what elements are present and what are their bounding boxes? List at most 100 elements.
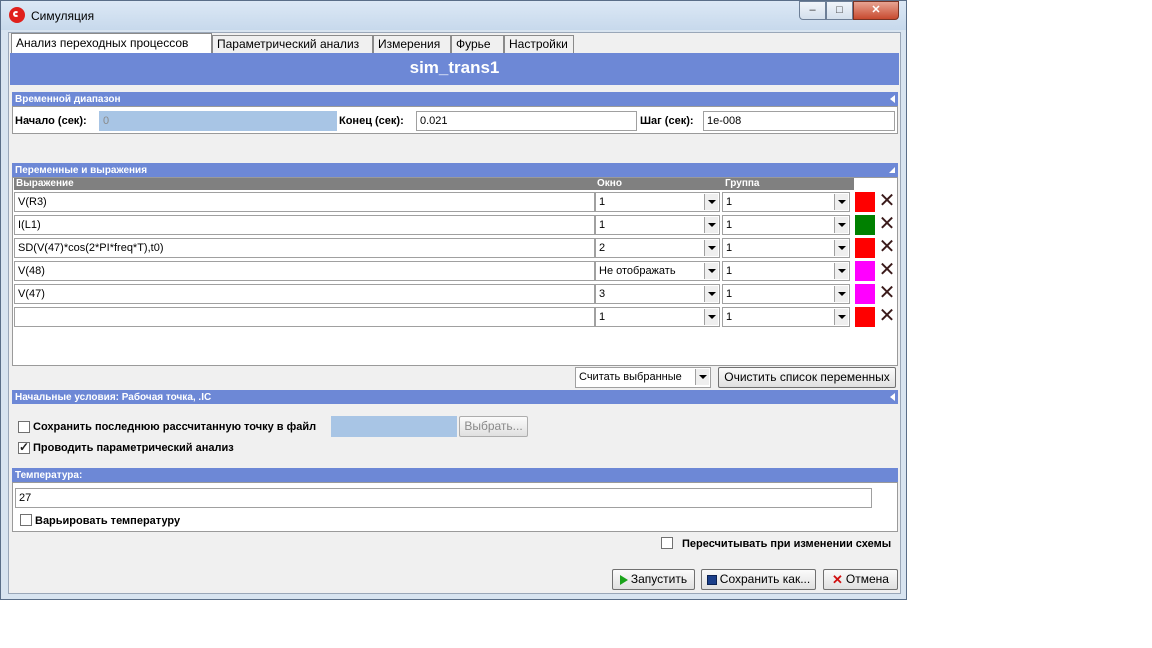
step-label: Шаг (сек): xyxy=(640,115,694,127)
table-header: Выражение Окно Группа xyxy=(14,178,854,190)
recalc-on-change-checkbox[interactable] xyxy=(661,537,673,549)
delete-row-icon[interactable]: ✕ xyxy=(877,191,897,212)
save-file-path-field[interactable] xyxy=(331,416,457,437)
expression-field[interactable]: V(48) xyxy=(14,261,595,281)
tab-fourier[interactable]: Фурье xyxy=(451,35,504,53)
delete-row-icon[interactable]: ✕ xyxy=(877,260,897,281)
parametric-analysis-checkbox[interactable] xyxy=(18,440,30,454)
choose-file-button[interactable]: Выбрать... xyxy=(459,416,528,437)
parametric-analysis-label: Проводить параметрический анализ xyxy=(33,442,234,454)
cancel-button[interactable]: ✕ Отмена xyxy=(823,569,898,590)
group-select[interactable]: 1 xyxy=(722,192,850,212)
recalc-on-change-label: Пересчитывать при изменении схемы xyxy=(682,538,892,550)
window-select[interactable]: 1 xyxy=(595,307,720,327)
temperature-section-header[interactable]: Температура: xyxy=(12,468,898,482)
step-field[interactable]: 1e-008 xyxy=(703,111,895,131)
simulation-window: Симуляция – □ ✕ Анализ переходных процес… xyxy=(0,0,907,600)
expression-field[interactable]: V(R3) xyxy=(14,192,595,212)
time-range-section-title: Временной диапазон xyxy=(15,94,121,105)
window-select-value: 2 xyxy=(599,242,606,254)
tab-measurements[interactable]: Измерения xyxy=(373,35,451,53)
chevron-down-icon[interactable] xyxy=(704,286,718,302)
save-last-point-checkbox[interactable] xyxy=(18,421,30,433)
chevron-down-icon[interactable] xyxy=(695,369,709,385)
chevron-down-icon[interactable] xyxy=(834,194,848,210)
window-select[interactable]: 3 xyxy=(595,284,720,304)
window-select-value: 1 xyxy=(599,311,606,323)
color-swatch[interactable] xyxy=(855,261,875,281)
window-select-value: 3 xyxy=(599,288,606,300)
save-last-point-label: Сохранить последнюю рассчитанную точку в… xyxy=(33,421,317,433)
chevron-down-icon[interactable] xyxy=(834,217,848,233)
tab-settings[interactable]: Настройки xyxy=(504,35,574,53)
group-select-value: 1 xyxy=(726,219,733,231)
maximize-button[interactable]: □ xyxy=(826,1,853,20)
color-swatch[interactable] xyxy=(855,192,875,212)
start-time-field[interactable]: 0 xyxy=(99,111,337,131)
group-select[interactable]: 1 xyxy=(722,261,850,281)
vary-temperature-checkbox[interactable] xyxy=(20,514,32,526)
tab-transient-analysis[interactable]: Анализ переходных процессов xyxy=(11,33,212,53)
window-select[interactable]: 1 xyxy=(595,192,720,212)
expression-field[interactable]: I(L1) xyxy=(14,215,595,235)
time-range-section-header[interactable]: Временной диапазон xyxy=(12,92,898,106)
save-as-button[interactable]: Сохранить как... xyxy=(701,569,816,590)
chevron-down-icon[interactable] xyxy=(704,240,718,256)
chevron-down-icon[interactable] xyxy=(704,194,718,210)
group-select[interactable]: 1 xyxy=(722,215,850,235)
expand-arrow-icon[interactable] xyxy=(889,167,895,173)
window-select-value: Не отображать xyxy=(599,265,676,277)
expression-field[interactable]: SD(V(47)*cos(2*PI*freq*T),t0) xyxy=(14,238,595,258)
variables-section-title: Переменные и выражения xyxy=(15,165,148,176)
group-select[interactable]: 1 xyxy=(722,238,850,258)
group-select[interactable]: 1 xyxy=(722,284,850,304)
color-swatch[interactable] xyxy=(855,215,875,235)
chevron-down-icon[interactable] xyxy=(704,309,718,325)
color-swatch[interactable] xyxy=(855,238,875,258)
color-swatch[interactable] xyxy=(855,284,875,304)
end-time-field[interactable]: 0.021 xyxy=(416,111,637,131)
simulation-name-header: sim_trans1 xyxy=(10,53,899,85)
color-swatch[interactable] xyxy=(855,307,875,327)
clear-variables-button[interactable]: Очистить список переменных xyxy=(718,367,896,388)
read-mode-select[interactable]: Считать выбранные xyxy=(575,367,711,388)
chevron-down-icon[interactable] xyxy=(834,286,848,302)
variables-section-header[interactable]: Переменные и выражения xyxy=(12,163,898,177)
start-time-label: Начало (сек): xyxy=(15,115,87,127)
group-select-value: 1 xyxy=(726,288,733,300)
delete-row-icon[interactable]: ✕ xyxy=(877,306,897,327)
collapse-arrow-icon[interactable] xyxy=(890,95,895,103)
delete-row-icon[interactable]: ✕ xyxy=(877,214,897,235)
read-mode-value: Считать выбранные xyxy=(579,371,682,383)
minimize-button[interactable]: – xyxy=(799,1,826,20)
window-select[interactable]: 1 xyxy=(595,215,720,235)
chevron-down-icon[interactable] xyxy=(834,240,848,256)
close-button[interactable]: ✕ xyxy=(853,1,899,20)
tab-parametric-analysis[interactable]: Параметрический анализ xyxy=(212,35,373,53)
chevron-down-icon[interactable] xyxy=(834,309,848,325)
temperature-field[interactable]: 27 xyxy=(15,488,872,508)
expression-field[interactable]: V(47) xyxy=(14,284,595,304)
variables-panel: Выражение Окно Группа V(R3) 1 1 ✕ I(L1) 1 1 ✕ SD… xyxy=(12,177,898,366)
column-window: Окно xyxy=(597,178,622,189)
cancel-icon: ✕ xyxy=(832,572,843,588)
time-range-panel: Начало (сек): 0 Конец (сек): 0.021 Шаг (… xyxy=(12,106,898,134)
window-select[interactable]: Не отображать xyxy=(595,261,720,281)
column-group: Группа xyxy=(725,178,760,189)
run-button[interactable]: Запустить xyxy=(612,569,695,590)
delete-row-icon[interactable]: ✕ xyxy=(877,237,897,258)
chevron-down-icon[interactable] xyxy=(834,263,848,279)
column-expression: Выражение xyxy=(16,178,74,189)
vary-temperature-label: Варьировать температуру xyxy=(35,515,181,527)
collapse-arrow-icon[interactable] xyxy=(890,393,895,401)
initial-conditions-section-header[interactable]: Начальные условия: Рабочая точка, .IC xyxy=(12,390,898,404)
expression-field[interactable] xyxy=(14,307,595,327)
window-select[interactable]: 2 xyxy=(595,238,720,258)
group-select-value: 1 xyxy=(726,196,733,208)
chevron-down-icon[interactable] xyxy=(704,263,718,279)
group-select[interactable]: 1 xyxy=(722,307,850,327)
title-bar[interactable]: Симуляция – □ ✕ xyxy=(1,1,906,30)
chevron-down-icon[interactable] xyxy=(704,217,718,233)
dialog-content: Анализ переходных процессов Параметричес… xyxy=(8,32,901,594)
delete-row-icon[interactable]: ✕ xyxy=(877,283,897,304)
